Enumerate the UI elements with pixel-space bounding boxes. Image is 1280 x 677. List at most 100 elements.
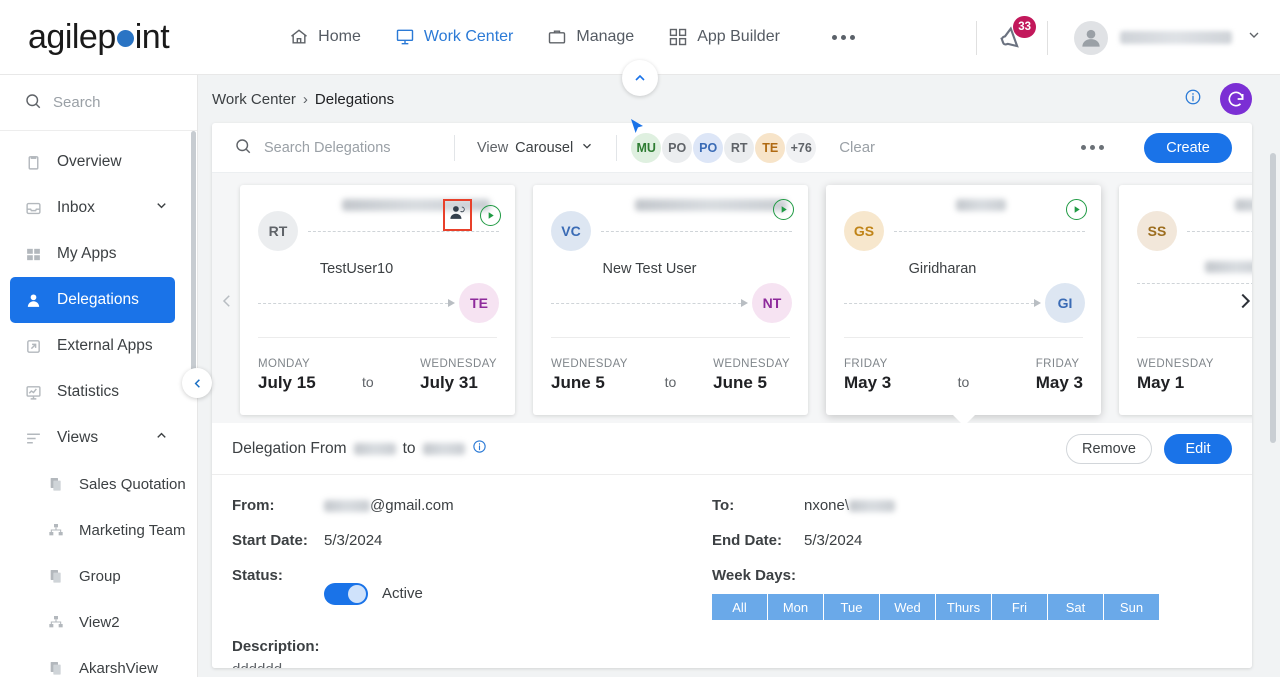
- content-area: Work Center › Delegations Search Delegat…: [198, 75, 1280, 677]
- clear-filters-button[interactable]: Clear: [839, 139, 875, 156]
- app-root: agilep int Home Work Center Manage App B…: [0, 0, 1280, 677]
- avatar-initials: RT: [268, 223, 288, 239]
- detail-field-to: To: nxone\: [712, 497, 1192, 514]
- sidebar-item-delegations[interactable]: Delegations: [10, 277, 175, 323]
- clipboard-icon: [24, 154, 43, 171]
- weekday-sun[interactable]: Sun: [1104, 594, 1160, 620]
- sidebar-item-akarshview[interactable]: AkarshView: [22, 645, 197, 677]
- create-button[interactable]: Create: [1144, 132, 1232, 163]
- run-delegation-button[interactable]: [773, 199, 794, 220]
- chevron-down-icon[interactable]: [154, 198, 169, 218]
- carousel-next-button[interactable]: [1232, 281, 1252, 321]
- filter-chip-te[interactable]: TE: [755, 132, 786, 163]
- toggle-knob: [348, 584, 366, 603]
- weekday-fri[interactable]: Fri: [992, 594, 1048, 620]
- briefcase-icon: [547, 27, 567, 47]
- nav-item-manage[interactable]: Manage: [547, 27, 634, 47]
- nav-label-home: Home: [318, 28, 361, 45]
- list-icon: [24, 430, 43, 447]
- sidebar-item-statistics[interactable]: Statistics: [0, 369, 197, 415]
- card-to-row: TestUser10 TE: [258, 261, 499, 323]
- remove-button[interactable]: Remove: [1066, 433, 1152, 464]
- breadcrumb-root[interactable]: Work Center: [212, 91, 296, 108]
- sidebar-item-marketing-team[interactable]: Marketing Team: [22, 507, 197, 553]
- content-scrollbar[interactable]: [1270, 153, 1276, 443]
- detail-title-mid: to: [402, 439, 416, 457]
- info-icon[interactable]: [1184, 88, 1202, 111]
- weekday-selector: All Mon Tue Wed Thurs Fri Sat Sun: [712, 594, 1192, 620]
- sidebar-item-sales-quotation[interactable]: Sales Quotation: [22, 461, 197, 507]
- weekday-mon[interactable]: Mon: [768, 594, 824, 620]
- chevron-up-icon[interactable]: [154, 428, 169, 448]
- card-start-date: FRIDAY May 3: [844, 358, 891, 393]
- announcements-button[interactable]: 33: [995, 15, 1036, 55]
- top-bar-right: 33: [958, 0, 1262, 75]
- card-dash-line: [601, 230, 792, 232]
- agilepoint-logo[interactable]: agilep int: [28, 18, 170, 57]
- home-icon: [289, 27, 309, 47]
- sidebar-scrollbar[interactable]: [191, 131, 196, 371]
- sidebar-item-view2[interactable]: View2: [22, 599, 197, 645]
- sidebar-label-statistics: Statistics: [57, 383, 120, 400]
- weekday-wed[interactable]: Wed: [880, 594, 936, 620]
- collapse-sidebar-button[interactable]: [182, 368, 212, 398]
- detail-from-blurred: [353, 442, 396, 455]
- card-start-value: May 1: [1137, 373, 1185, 392]
- run-delegation-button[interactable]: [1066, 199, 1087, 220]
- search-icon: [24, 92, 42, 114]
- avatar[interactable]: [1074, 20, 1108, 55]
- weekday-sat[interactable]: Sat: [1048, 594, 1104, 620]
- nav-item-work-center[interactable]: Work Center: [395, 27, 513, 47]
- card-arrow-line: [844, 302, 1034, 304]
- filter-chip-overflow[interactable]: +76: [786, 132, 817, 163]
- sidebar-item-external-apps[interactable]: External Apps: [0, 323, 197, 369]
- delegation-card-selected[interactable]: GS Giridharan GI FRIDAY May 3 to FRIDAY …: [826, 185, 1101, 426]
- sidebar-item-inbox[interactable]: Inbox: [0, 185, 197, 231]
- delegate-person-icon-highlight[interactable]: [443, 199, 472, 231]
- from-label: From:: [232, 497, 275, 514]
- edit-button[interactable]: Edit: [1164, 433, 1232, 464]
- filter-chip-rt[interactable]: RT: [724, 132, 755, 163]
- status-label: Status:: [232, 567, 283, 584]
- status-text: Active: [382, 585, 423, 602]
- sidebar-item-my-apps[interactable]: My Apps: [0, 231, 197, 277]
- filter-chip-po-2[interactable]: PO: [693, 132, 724, 163]
- run-delegation-button[interactable]: [480, 204, 501, 226]
- chevron-down-icon[interactable]: [1246, 27, 1262, 48]
- sidebar-search[interactable]: Search: [0, 75, 197, 131]
- weekday-thurs[interactable]: Thurs: [936, 594, 992, 620]
- nav-item-app-builder[interactable]: App Builder: [668, 27, 780, 47]
- card-from-row: GS: [844, 199, 1085, 251]
- info-icon[interactable]: [472, 439, 487, 459]
- delegation-card[interactable]: VC New Test User NT WEDNESDAY June 5 to …: [533, 185, 808, 415]
- collapse-header-button[interactable]: [622, 60, 658, 96]
- card-to-row: Giridharan GI: [844, 261, 1085, 323]
- filter-chip-po-1[interactable]: PO: [662, 132, 693, 163]
- card-arrow-head: [741, 299, 748, 307]
- refresh-button[interactable]: [1220, 83, 1252, 115]
- sidebar-list: Overview Inbox My Apps Delegations Exter…: [0, 131, 197, 677]
- detail-field-from: From: @gmail.com: [232, 497, 712, 514]
- weekdays-label: Week Days:: [712, 567, 796, 584]
- weekday-all[interactable]: All: [712, 594, 768, 620]
- search-delegations-input[interactable]: Search Delegations: [212, 137, 454, 159]
- status-toggle[interactable]: [324, 582, 368, 605]
- nav-more-button[interactable]: [831, 34, 855, 40]
- card-start-dow: FRIDAY: [844, 358, 888, 370]
- sidebar-label-view2: View2: [79, 613, 120, 631]
- sidebar-item-views[interactable]: Views: [0, 415, 197, 461]
- carousel-prev-button[interactable]: [214, 281, 240, 321]
- sidebar-item-overview[interactable]: Overview: [0, 139, 197, 185]
- card-arrow-line: [258, 302, 448, 304]
- delegation-card[interactable]: RT TestUser10 TE MONDAY July 15 to WEDNE…: [240, 185, 515, 415]
- avatar-initials: VC: [561, 223, 581, 239]
- view-selector[interactable]: View Carousel: [455, 139, 616, 157]
- sidebar-item-group[interactable]: Group: [22, 553, 197, 599]
- grid-icon: [668, 27, 688, 47]
- nav-item-home[interactable]: Home: [289, 27, 361, 47]
- toolbar-more-button[interactable]: [1081, 145, 1104, 150]
- to-label: To:: [712, 497, 735, 514]
- detail-title-prefix: Delegation From: [232, 439, 347, 457]
- weekday-tue[interactable]: Tue: [824, 594, 880, 620]
- card-to-row: New Test User NT: [551, 261, 792, 323]
